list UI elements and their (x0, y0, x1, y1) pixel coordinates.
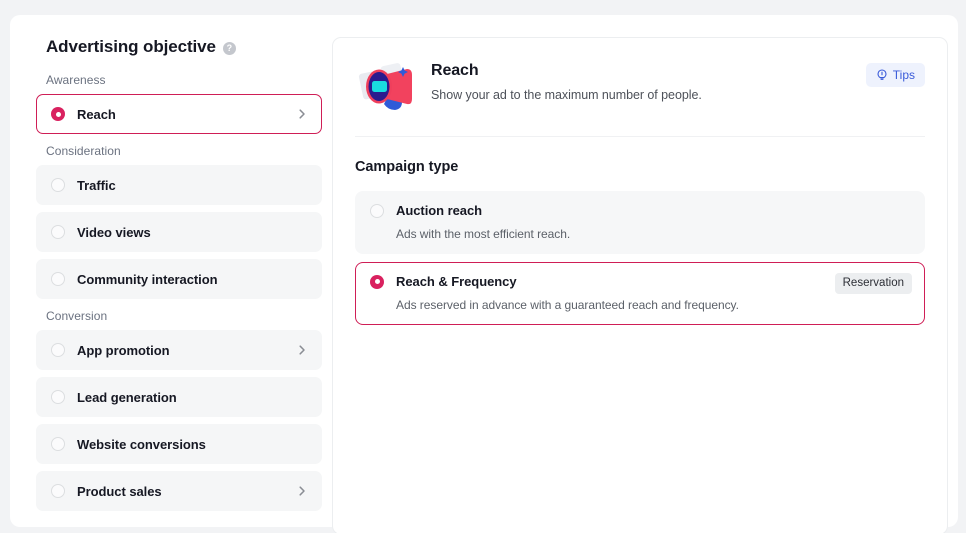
sidebar-item-video-views[interactable]: Video views (36, 212, 322, 252)
sidebar-item-label: Website conversions (77, 436, 206, 452)
radio-app-promotion[interactable] (51, 343, 65, 357)
sidebar-item-label: Traffic (77, 177, 116, 193)
campaign-option-description: Ads with the most efficient reach. (396, 227, 571, 241)
sidebar-item-label: Reach (77, 106, 116, 122)
radio-reach[interactable] (51, 107, 65, 121)
chevron-right-icon[interactable] (296, 344, 308, 356)
sidebar-item-product-sales[interactable]: Product sales (36, 471, 322, 511)
sidebar-item-website-conversions[interactable]: Website conversions (36, 424, 322, 464)
radio-community-interaction[interactable] (51, 272, 65, 286)
group-label-conversion: Conversion (46, 309, 108, 323)
radio-traffic[interactable] (51, 178, 65, 192)
question-mark-circle-icon[interactable]: ? (222, 41, 236, 55)
sidebar-item-label: Product sales (77, 483, 162, 499)
radio-reach-and-frequency[interactable] (370, 274, 384, 289)
detail-head-text: Reach Show your ad to the maximum number… (431, 58, 702, 102)
sidebar-item-label: Community interaction (77, 271, 218, 287)
sidebar-item-label: Lead generation (77, 389, 177, 405)
sidebar-item-lead-generation[interactable]: Lead generation (36, 377, 322, 417)
sidebar-item-label: App promotion (77, 342, 170, 358)
campaign-type-title: Campaign type (355, 159, 459, 175)
status-badge: Reservation (834, 273, 912, 294)
campaign-option-description: Ads reserved in advance with a guarantee… (396, 298, 739, 312)
app-root: Advertising objective ? Awareness Reach … (0, 0, 966, 533)
content-surface: Advertising objective ? Awareness Reach … (10, 15, 958, 533)
campaign-option-head: Reach & Frequency (370, 274, 910, 289)
campaign-option-head: Auction reach (370, 203, 910, 218)
radio-auction-reach[interactable] (370, 203, 384, 218)
group-label-awareness: Awareness (46, 73, 106, 87)
chevron-right-icon[interactable] (296, 485, 308, 497)
radio-website-conversions[interactable] (51, 437, 65, 451)
campaign-option-label: Auction reach (396, 203, 483, 218)
radio-product-sales[interactable] (51, 484, 65, 498)
sidebar-item-community-interaction[interactable]: Community interaction (36, 259, 322, 299)
detail-subtitle: Show your ad to the maximum number of pe… (431, 88, 702, 102)
objective-header: Advertising objective ? (36, 37, 322, 57)
campaign-option-label: Reach & Frequency (396, 274, 517, 289)
group-label-consideration: Consideration (46, 144, 121, 158)
lightbulb-icon (876, 69, 888, 81)
sidebar-item-label: Video views (77, 224, 151, 240)
campaign-option-reach-and-frequency[interactable]: Reach & Frequency Ads reserved in advanc… (355, 262, 925, 325)
sidebar-item-app-promotion[interactable]: App promotion (36, 330, 322, 370)
radio-video-views[interactable] (51, 225, 65, 239)
sidebar-item-traffic[interactable]: Traffic (36, 165, 322, 205)
tips-button[interactable]: Tips (865, 63, 925, 87)
page-title: Advertising objective (46, 37, 216, 56)
tips-label: Tips (892, 68, 915, 82)
advertising-objective-panel: Advertising objective ? Awareness Reach … (36, 37, 322, 518)
detail-header: Reach Show your ad to the maximum number… (355, 38, 925, 137)
chevron-right-icon[interactable] (296, 108, 308, 120)
campaign-option-auction-reach[interactable]: Auction reach Ads with the most efficien… (355, 191, 925, 254)
objective-detail-panel: Reach Show your ad to the maximum number… (332, 37, 948, 533)
detail-title: Reach (431, 62, 479, 79)
sidebar-item-reach[interactable]: Reach (36, 94, 322, 134)
megaphone-icon (355, 60, 417, 118)
radio-lead-generation[interactable] (51, 390, 65, 404)
